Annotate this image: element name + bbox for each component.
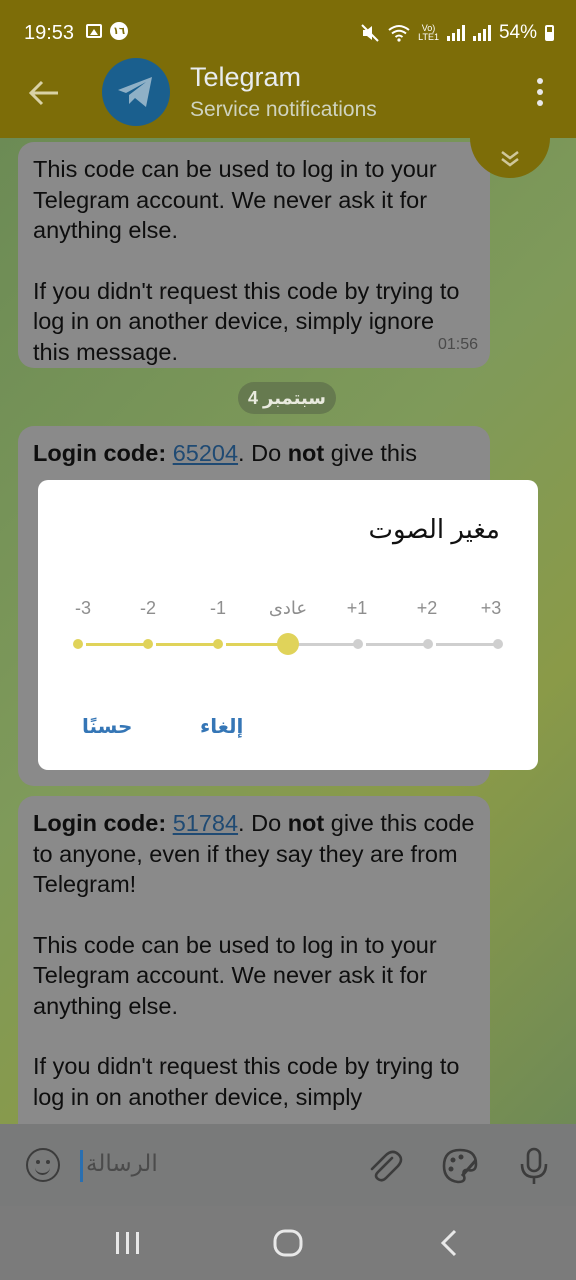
slider-step-dot[interactable] bbox=[493, 639, 503, 649]
cancel-button[interactable]: إلغاء bbox=[200, 714, 243, 739]
tick-label: عادى bbox=[268, 598, 308, 618]
slider-step-dot[interactable] bbox=[353, 639, 363, 649]
tick-label: -1 bbox=[209, 598, 226, 618]
slider-step-dot[interactable] bbox=[143, 639, 153, 649]
slider-step-dot[interactable] bbox=[213, 639, 223, 649]
voice-changer-dialog: مغير الصوت -3 -2 -1 عادى +1 +2 +3 حسنًا … bbox=[38, 480, 538, 770]
slider-track-segment bbox=[296, 643, 354, 646]
tick-label: +2 bbox=[416, 598, 438, 618]
slider-track-segment bbox=[86, 643, 144, 646]
slider-track-segment bbox=[156, 643, 214, 646]
slider-step-dot[interactable] bbox=[73, 639, 83, 649]
slider-step-dot[interactable] bbox=[423, 639, 433, 649]
pitch-slider[interactable] bbox=[73, 633, 503, 655]
tick-label: +3 bbox=[480, 598, 502, 618]
ok-button[interactable]: حسنًا bbox=[82, 714, 132, 739]
tick-label: -3 bbox=[74, 598, 91, 618]
tick-label: -2 bbox=[139, 598, 156, 618]
dialog-title: مغير الصوت bbox=[368, 514, 501, 544]
slider-track-segment bbox=[436, 643, 494, 646]
slider-thumb[interactable] bbox=[277, 633, 299, 655]
slider-track-segment bbox=[366, 643, 424, 646]
slider-track-segment bbox=[226, 643, 284, 646]
tick-label: +1 bbox=[346, 598, 368, 618]
